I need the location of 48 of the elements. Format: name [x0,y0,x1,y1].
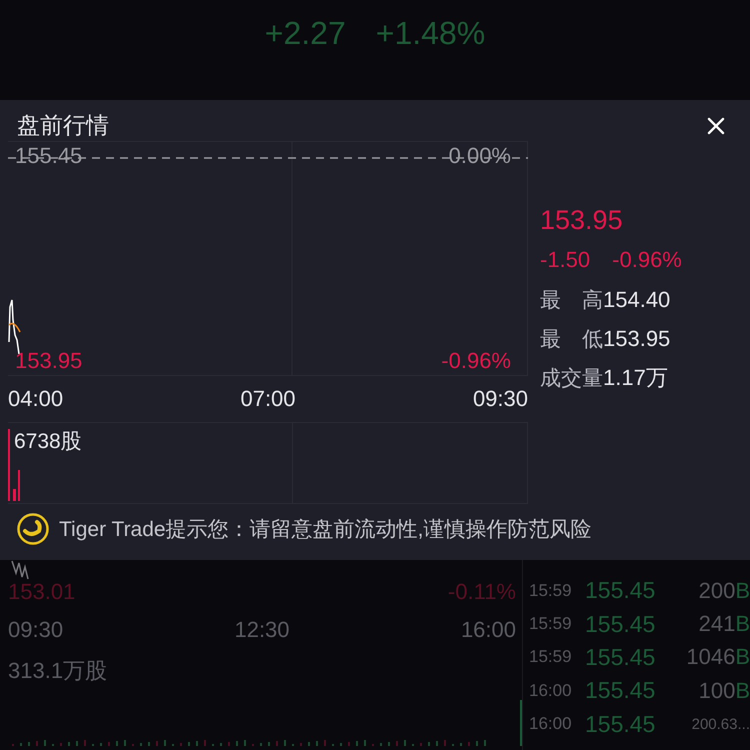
low-percent: -0.96% [441,347,511,375]
price-line [11,560,29,580]
trade-time: 15:59 [529,614,573,634]
low-price: 153.01 [8,580,76,604]
tiger-icon [17,513,49,545]
time-label: 04:00 [8,386,64,412]
stat-value: 153.95 [603,326,670,352]
time-label: 09:30 [8,618,64,642]
trade-volume: 1046 [685,644,736,670]
volume-label: 313.1万股 [8,658,108,684]
stat-label: 最 低 [540,326,603,352]
percent-change: -0.96% [612,247,682,273]
time-label: 07:00 [240,386,296,412]
last-price: 153.95 [540,204,624,237]
time-label: 12:30 [234,618,290,642]
notice-text: Tiger Trade提示您：请留意盘前流动性,谨慎操作防范风险 [59,517,592,543]
trade-price: 155.45 [585,710,656,738]
time-label: 09:30 [472,386,528,412]
trade-volume: 241 [698,611,736,638]
reference-percent: 0.00% [448,142,511,170]
stat-label: 最 高 [540,288,603,314]
trade-volume: 200 [698,578,736,604]
trade-side: B [735,678,750,704]
trade-side: B [735,578,750,604]
trade-side: B [735,611,750,638]
trade-side: B [735,644,750,670]
volume-label: 6738股 [14,429,82,455]
stat-value: 154.40 [603,286,670,312]
dialog-title: 盘前行情 [17,111,109,140]
low-percent: -0.11% [448,580,516,604]
trade-price: 155.45 [585,644,656,671]
trade-volume: 200.63... [690,716,750,733]
trade-price: 155.45 [585,677,656,704]
low-price: 153.95 [15,347,82,375]
trade-time: 15:59 [529,647,573,668]
trade-price: 155.45 [585,577,656,604]
percent-change: +1.48% [376,14,486,52]
stat-label: 成交量 [540,366,603,392]
reference-price: 155.45 [15,142,82,170]
stat-value: 1.17万 [603,364,668,392]
trade-time: 16:00 [529,680,573,701]
trade-price: 155.45 [585,610,656,638]
price-change: +2.27 [264,14,346,52]
trade-volume: 100 [698,678,736,704]
price-change: -1.50 [540,247,590,273]
trade-time: 16:00 [529,714,573,734]
trade-time: 15:59 [529,580,573,601]
time-label: 16:00 [460,618,516,642]
